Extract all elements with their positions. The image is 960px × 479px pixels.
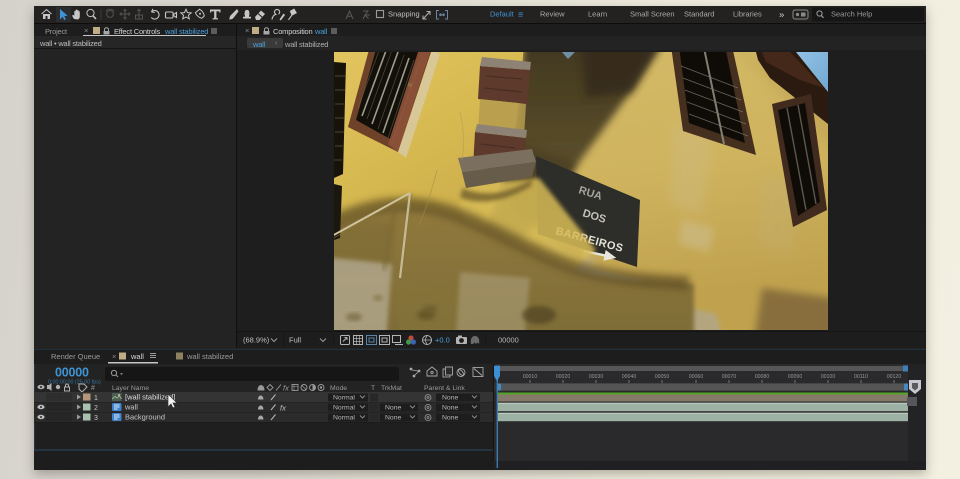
svg-text:2: 2 <box>94 405 98 412</box>
svg-text:1: 1 <box>94 395 98 402</box>
svg-text:Normal: Normal <box>333 395 355 402</box>
svg-text:(68.9%): (68.9%) <box>243 336 270 345</box>
svg-text:Render Queue: Render Queue <box>51 352 100 361</box>
svg-text:Layer Name: Layer Name <box>112 385 149 392</box>
svg-text:00050: 00050 <box>655 374 670 380</box>
svg-text:00110: 00110 <box>854 374 868 380</box>
svg-text:Parent & Link: Parent & Link <box>424 385 465 392</box>
svg-text:00000: 00000 <box>498 336 519 345</box>
svg-text:wall: wall <box>124 403 138 412</box>
svg-text:Learn: Learn <box>588 10 607 19</box>
svg-text:00120: 00120 <box>887 374 902 380</box>
svg-text:Normal: Normal <box>333 405 355 412</box>
svg-text:≡: ≡ <box>518 10 523 20</box>
svg-text:00100: 00100 <box>821 374 836 380</box>
svg-text:None: None <box>442 415 458 422</box>
svg-text:wall stabilized: wall stabilized <box>186 352 233 361</box>
svg-text:×: × <box>112 352 116 361</box>
svg-text:Standard: Standard <box>684 10 714 19</box>
svg-text:00000: 00000 <box>55 366 89 380</box>
svg-text:+0.0: +0.0 <box>435 336 450 345</box>
svg-text:fx: fx <box>283 384 289 393</box>
svg-text:wall: wall <box>130 352 144 361</box>
svg-text:3: 3 <box>94 415 98 422</box>
svg-text:None: None <box>385 415 401 422</box>
svg-text:00090: 00090 <box>788 374 803 380</box>
svg-text:fx: fx <box>280 404 286 413</box>
svg-text:Normal: Normal <box>333 415 355 422</box>
svg-text:Mode: Mode <box>330 385 347 392</box>
svg-text:00070: 00070 <box>722 374 737 380</box>
svg-text:None: None <box>385 405 401 412</box>
svg-text:T: T <box>371 385 375 392</box>
svg-text:TrkMat: TrkMat <box>381 385 402 392</box>
svg-text:None: None <box>442 405 458 412</box>
svg-text:00030: 00030 <box>589 374 604 380</box>
svg-text:00020: 00020 <box>556 374 571 380</box>
svg-text:Libraries: Libraries <box>733 10 762 19</box>
svg-text:Search Help: Search Help <box>831 10 872 19</box>
svg-text:Small Screen: Small Screen <box>630 10 675 19</box>
svg-text:00080: 00080 <box>755 374 770 380</box>
svg-text:None: None <box>442 395 458 402</box>
svg-text:00060: 00060 <box>689 374 704 380</box>
svg-text:»: » <box>779 10 784 21</box>
svg-text:00010: 00010 <box>523 374 538 380</box>
svg-text:Snapping: Snapping <box>388 10 420 19</box>
svg-text:Full: Full <box>289 336 301 345</box>
svg-text:00040: 00040 <box>622 374 637 380</box>
svg-text:Background: Background <box>125 413 165 422</box>
svg-text:Default: Default <box>490 10 515 19</box>
svg-text:#: # <box>91 385 95 392</box>
svg-text:Review: Review <box>540 10 565 19</box>
